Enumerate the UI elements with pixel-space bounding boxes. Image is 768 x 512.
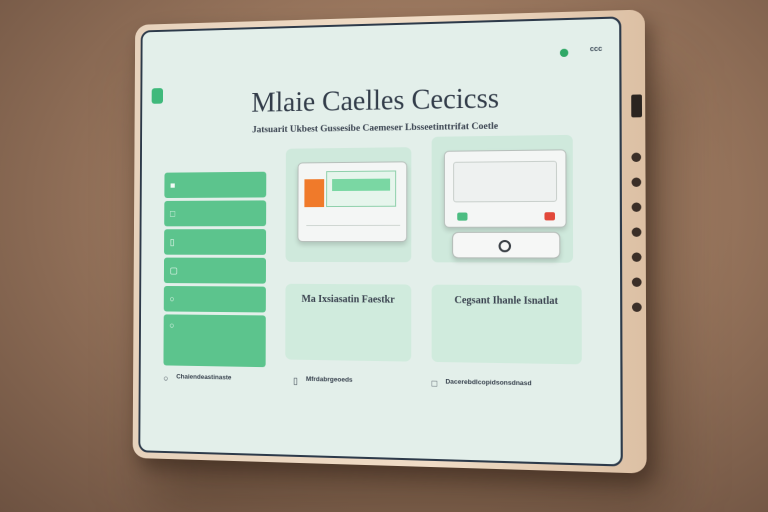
display-device-image (297, 161, 408, 243)
side-button[interactable] (631, 252, 642, 262)
side-button[interactable] (631, 302, 642, 312)
side-port (631, 94, 643, 118)
sidebar-item-5[interactable]: ○ (163, 285, 266, 313)
side-button[interactable] (631, 227, 642, 237)
sidebar-item-1[interactable]: ■ (164, 171, 267, 199)
device-card-control[interactable] (431, 134, 574, 263)
footer-item-label: Mfrdabrgeoeds (305, 375, 353, 384)
footer-item-icon: ▯ (293, 375, 298, 386)
footer-item-2[interactable]: ▯ Mfrdabrgeoeds (293, 376, 353, 388)
info-card-body (442, 318, 571, 319)
menu-item-icon: □ (169, 208, 176, 219)
status-label: ccc (589, 45, 603, 54)
footer-item-label: Chaiendeastinaste (176, 373, 232, 382)
side-button[interactable] (631, 277, 642, 287)
info-card-2[interactable]: Cegsant Ihanle Isnatlat (431, 284, 582, 365)
sidebar-menu: ■ □ ▯ ▢ ○ ○ (163, 171, 267, 370)
red-button-icon (544, 212, 556, 221)
footer-item-icon: ○ (163, 373, 169, 384)
sidebar-item-6[interactable]: ○ (163, 314, 266, 368)
side-button[interactable] (631, 202, 642, 212)
page-title: Mlaie Caelles Cecicss (251, 82, 500, 119)
info-card-title: Cegsant Ihanle Isnatlat (454, 294, 559, 308)
display-readout-bar (332, 178, 391, 192)
info-card-title: Ma Ixsiasatin Faestkr (301, 293, 395, 306)
wall-mounted-tablet: ccc Mlaie Caelles Cecicss Jatsuarit Ukbe… (132, 9, 647, 474)
side-button[interactable] (631, 177, 642, 187)
device-card-display[interactable] (285, 147, 412, 263)
device-base (306, 224, 401, 236)
info-card-body (295, 317, 401, 318)
green-button-icon (457, 212, 468, 221)
menu-item-icon: ○ (169, 320, 175, 331)
sidebar-item-3[interactable]: ▯ (164, 229, 267, 255)
sidebar-item-2[interactable]: □ (164, 200, 267, 227)
sidebar-item-4[interactable]: ▢ (163, 257, 266, 284)
orange-panel (304, 179, 325, 208)
status-indicator-icon (559, 48, 569, 58)
info-card-1[interactable]: Ma Ixsiasatin Faestkr (285, 283, 412, 362)
menu-item-icon: ▢ (169, 264, 178, 275)
menu-item-icon: ■ (170, 180, 176, 191)
footer-item-icon: □ (431, 378, 438, 389)
screen: ccc Mlaie Caelles Cecicss Jatsuarit Ukbe… (138, 16, 623, 467)
footer-item-label: Dacerebdlcopidsonsdnasd (445, 378, 532, 388)
footer-item-3[interactable]: □ Dacerebdlcopidsonsdnasd (432, 378, 532, 390)
control-panel-image (443, 149, 567, 228)
footer-item-1[interactable]: ○ Chaiendeastinaste (163, 373, 231, 384)
remote-control-image (452, 231, 561, 259)
side-button[interactable] (631, 152, 642, 163)
menu-item-icon: ▯ (169, 236, 175, 247)
control-grid (453, 160, 558, 203)
remote-dial-icon (498, 239, 512, 253)
menu-item-icon: ○ (169, 293, 175, 304)
